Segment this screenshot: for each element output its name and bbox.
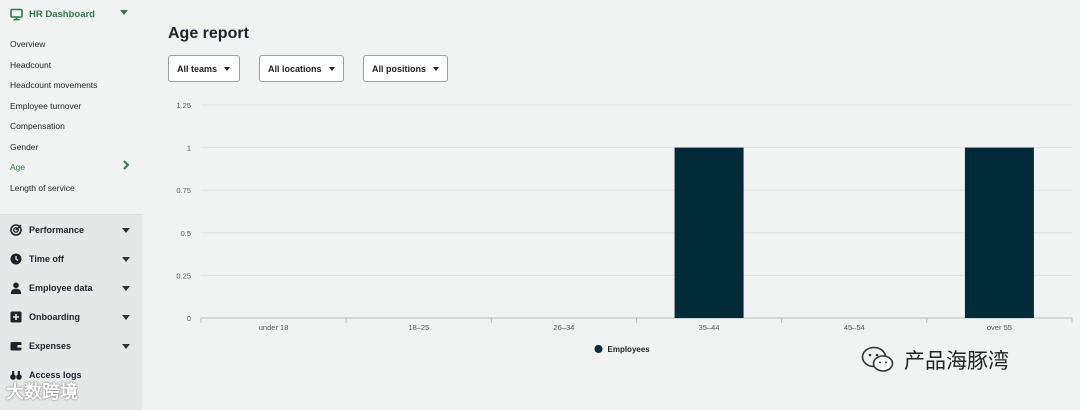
sidebar-group-label: Time off <box>29 254 64 264</box>
target-icon <box>10 224 22 236</box>
y-tick-label: 0.75 <box>176 186 191 195</box>
chevron-down-icon <box>122 315 130 320</box>
person-icon <box>10 282 22 294</box>
legend-label: Employees <box>608 345 651 354</box>
x-tick-label: 35–44 <box>699 323 720 332</box>
watermark-right-text: 产品海豚湾 <box>904 350 1009 373</box>
x-tick-label: under 18 <box>259 323 289 332</box>
watermark-left-text: 大数跨境 <box>6 382 78 402</box>
y-tick-label: 1 <box>187 144 191 153</box>
sidebar-group-label: Onboarding <box>29 312 80 322</box>
y-tick-label: 0.5 <box>181 229 191 238</box>
hr-dashboard-header[interactable]: HR Dashboard <box>10 7 132 21</box>
x-tick-label: over 55 <box>987 323 1012 332</box>
x-tick-label: 26–34 <box>553 323 574 332</box>
watermark-left: 大数跨境 <box>6 378 78 404</box>
sidebar-group-expenses[interactable]: Expenses <box>10 339 132 353</box>
wallet-icon <box>10 342 22 351</box>
plus-square-icon <box>10 311 22 323</box>
sidebar-item-age[interactable]: Age <box>10 162 25 172</box>
y-tick-label: 0.25 <box>176 271 191 280</box>
chevron-right-icon <box>123 160 130 170</box>
sidebar-group-label: Performance <box>29 225 85 235</box>
chevron-down-icon <box>122 257 130 262</box>
sidebar-item-headcount[interactable]: Headcount <box>10 60 51 70</box>
sidebar-item-employee-turnover[interactable]: Employee turnover <box>10 101 81 111</box>
chevron-down-icon <box>120 10 128 15</box>
sidebar: HR Dashboard Overview Headcount Headcoun… <box>0 0 142 410</box>
sidebar-item-compensation[interactable]: Compensation <box>10 121 65 131</box>
sidebar-group-onboarding[interactable]: Onboarding <box>10 310 132 324</box>
bar <box>674 147 744 318</box>
sidebar-group-performance[interactable]: Performance <box>10 223 132 237</box>
y-tick-label: 0 <box>187 314 191 323</box>
sidebar-group-label: Expenses <box>29 341 72 351</box>
sidebar-group-label: Employee data <box>29 283 93 293</box>
clock-icon <box>10 253 22 265</box>
sidebar-group-employee-data[interactable]: Employee data <box>10 281 132 295</box>
monitor-icon <box>10 8 23 20</box>
bar <box>964 147 1034 318</box>
sidebar-group-time-off[interactable]: Time off <box>10 252 132 266</box>
x-tick-label: 45–54 <box>844 323 865 332</box>
chevron-down-icon <box>122 286 130 291</box>
sidebar-item-gender[interactable]: Gender <box>10 142 38 152</box>
sidebar-item-headcount-movements[interactable]: Headcount movements <box>10 80 97 90</box>
hr-dashboard-label: HR Dashboard <box>29 8 95 20</box>
chevron-down-icon <box>122 344 130 349</box>
chevron-down-icon <box>122 228 130 233</box>
legend-marker <box>594 345 603 353</box>
sidebar-item-overview[interactable]: Overview <box>10 39 45 49</box>
sidebar-item-length-of-service[interactable]: Length of service <box>10 183 75 193</box>
watermark-right: 产品海豚湾 <box>860 345 1009 375</box>
x-tick-label: 18–25 <box>408 323 429 332</box>
y-tick-label: 1.25 <box>176 101 191 110</box>
wechat-icon <box>861 346 894 372</box>
